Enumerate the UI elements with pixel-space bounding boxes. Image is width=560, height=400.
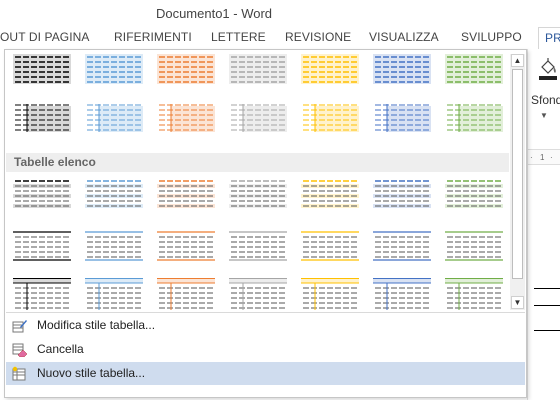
- table-style-thumb[interactable]: [229, 178, 287, 210]
- table-style-thumb[interactable]: [13, 278, 71, 310]
- table-style-thumb[interactable]: [85, 54, 143, 86]
- table-style-thumb[interactable]: [157, 102, 215, 134]
- table-style-thumb[interactable]: [229, 54, 287, 86]
- scroll-up-button[interactable]: ▲: [511, 54, 524, 67]
- tab-visualizza[interactable]: VISUALIZZA: [369, 30, 439, 44]
- title-bar: Documento1 - Word: [0, 0, 560, 27]
- table-style-thumb[interactable]: [301, 230, 359, 262]
- edit-table-style-icon: [12, 320, 27, 333]
- chevron-down-icon[interactable]: ▼: [540, 111, 548, 120]
- gallery-scrollbar[interactable]: ▲ ▼: [510, 54, 525, 310]
- scroll-up-icon: ▲: [513, 56, 522, 65]
- tab-riferimenti[interactable]: RIFERIMENTI: [114, 30, 192, 44]
- table-style-thumb[interactable]: [373, 278, 431, 310]
- document-table-line: [534, 330, 560, 331]
- tab-revisione[interactable]: REVISIONE: [285, 30, 351, 44]
- table-style-thumb[interactable]: [373, 54, 431, 86]
- document-table-line: [534, 305, 560, 306]
- table-style-thumb[interactable]: [229, 230, 287, 262]
- tab-sviluppo[interactable]: SVILUPPO: [461, 30, 522, 44]
- table-style-thumb[interactable]: [13, 54, 71, 86]
- scroll-down-button[interactable]: ▼: [511, 296, 524, 309]
- table-style-thumb[interactable]: [445, 230, 503, 262]
- table-style-thumb[interactable]: [301, 54, 359, 86]
- table-style-thumb[interactable]: [301, 102, 359, 134]
- menu-separator: [6, 312, 525, 313]
- new-table-style-icon: [12, 366, 26, 381]
- ribbon-right-group: Sfondo ▼ · 1 ·: [527, 49, 560, 400]
- table-style-thumb[interactable]: [445, 278, 503, 310]
- section-header: Tabelle elenco: [6, 153, 509, 172]
- ruler: · 1 ·: [528, 149, 560, 165]
- eraser-icon: [12, 343, 27, 357]
- tab-layout[interactable]: OUT DI PAGINA: [0, 30, 90, 44]
- ruler-tick: 1: [540, 153, 545, 162]
- clear-table-style-item[interactable]: Cancella: [6, 338, 525, 361]
- table-style-thumb[interactable]: [85, 278, 143, 310]
- table-style-thumb[interactable]: [373, 178, 431, 210]
- table-style-thumb[interactable]: [85, 230, 143, 262]
- menu-item-label: Modifica stile tabella...: [37, 318, 156, 332]
- table-style-thumb[interactable]: [13, 178, 71, 210]
- table-style-thumb[interactable]: [445, 178, 503, 210]
- table-style-thumb[interactable]: [373, 102, 431, 134]
- ribbon-tabs: OUT DI PAGINA RIFERIMENTI LETTERE REVISI…: [0, 27, 560, 49]
- new-table-style-item[interactable]: Nuovo stile tabella...: [6, 362, 525, 385]
- table-styles-dropdown: Tabelle elenco ▲ ▼ Modifica stile tabell…: [4, 49, 527, 398]
- table-styles-gallery: Tabelle elenco: [5, 50, 509, 313]
- table-style-thumb[interactable]: [85, 102, 143, 134]
- paint-bucket-icon[interactable]: [538, 57, 558, 81]
- table-style-thumb[interactable]: [85, 178, 143, 210]
- menu-item-label: Cancella: [37, 342, 84, 356]
- table-style-thumb[interactable]: [229, 278, 287, 310]
- table-style-thumb[interactable]: [373, 230, 431, 262]
- modify-table-style-item[interactable]: Modifica stile tabella...: [6, 314, 525, 337]
- document-table-line: [534, 288, 560, 289]
- scroll-thumb[interactable]: [512, 69, 523, 279]
- table-style-thumb[interactable]: [157, 230, 215, 262]
- table-style-thumb[interactable]: [445, 54, 503, 86]
- window-title: Documento1 - Word: [155, 6, 273, 21]
- table-style-thumb[interactable]: [301, 178, 359, 210]
- table-style-thumb[interactable]: [229, 102, 287, 134]
- table-style-thumb[interactable]: [301, 278, 359, 310]
- tab-lettere[interactable]: LETTERE: [211, 30, 266, 44]
- table-style-thumb[interactable]: [157, 54, 215, 86]
- table-style-thumb[interactable]: [445, 102, 503, 134]
- table-style-thumb[interactable]: [157, 178, 215, 210]
- scroll-down-icon: ▼: [513, 298, 522, 307]
- ruler-tick: ·: [530, 153, 533, 162]
- ruler-tick: ·: [550, 153, 553, 162]
- table-style-thumb[interactable]: [13, 102, 71, 134]
- page-color-label[interactable]: Sfondo: [531, 93, 560, 107]
- menu-item-label: Nuovo stile tabella...: [37, 366, 146, 380]
- table-style-thumb[interactable]: [13, 230, 71, 262]
- table-style-thumb[interactable]: [157, 278, 215, 310]
- tab-progettazione[interactable]: PR: [538, 27, 560, 49]
